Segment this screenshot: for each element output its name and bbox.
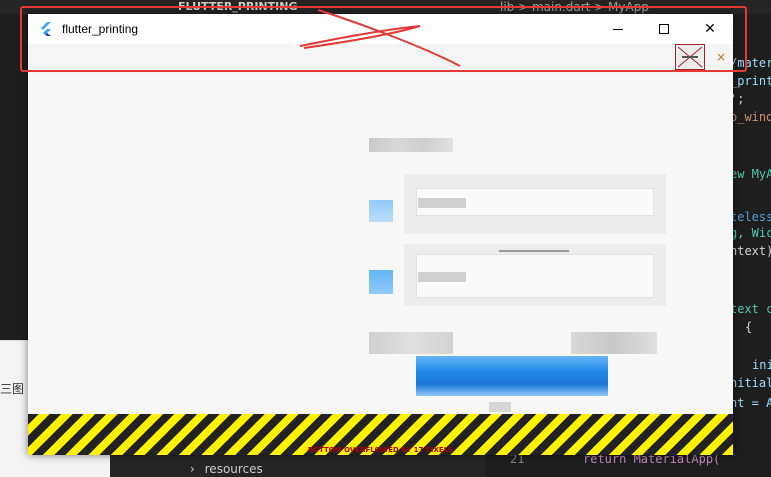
annotation-scribble-icon xyxy=(299,9,461,67)
